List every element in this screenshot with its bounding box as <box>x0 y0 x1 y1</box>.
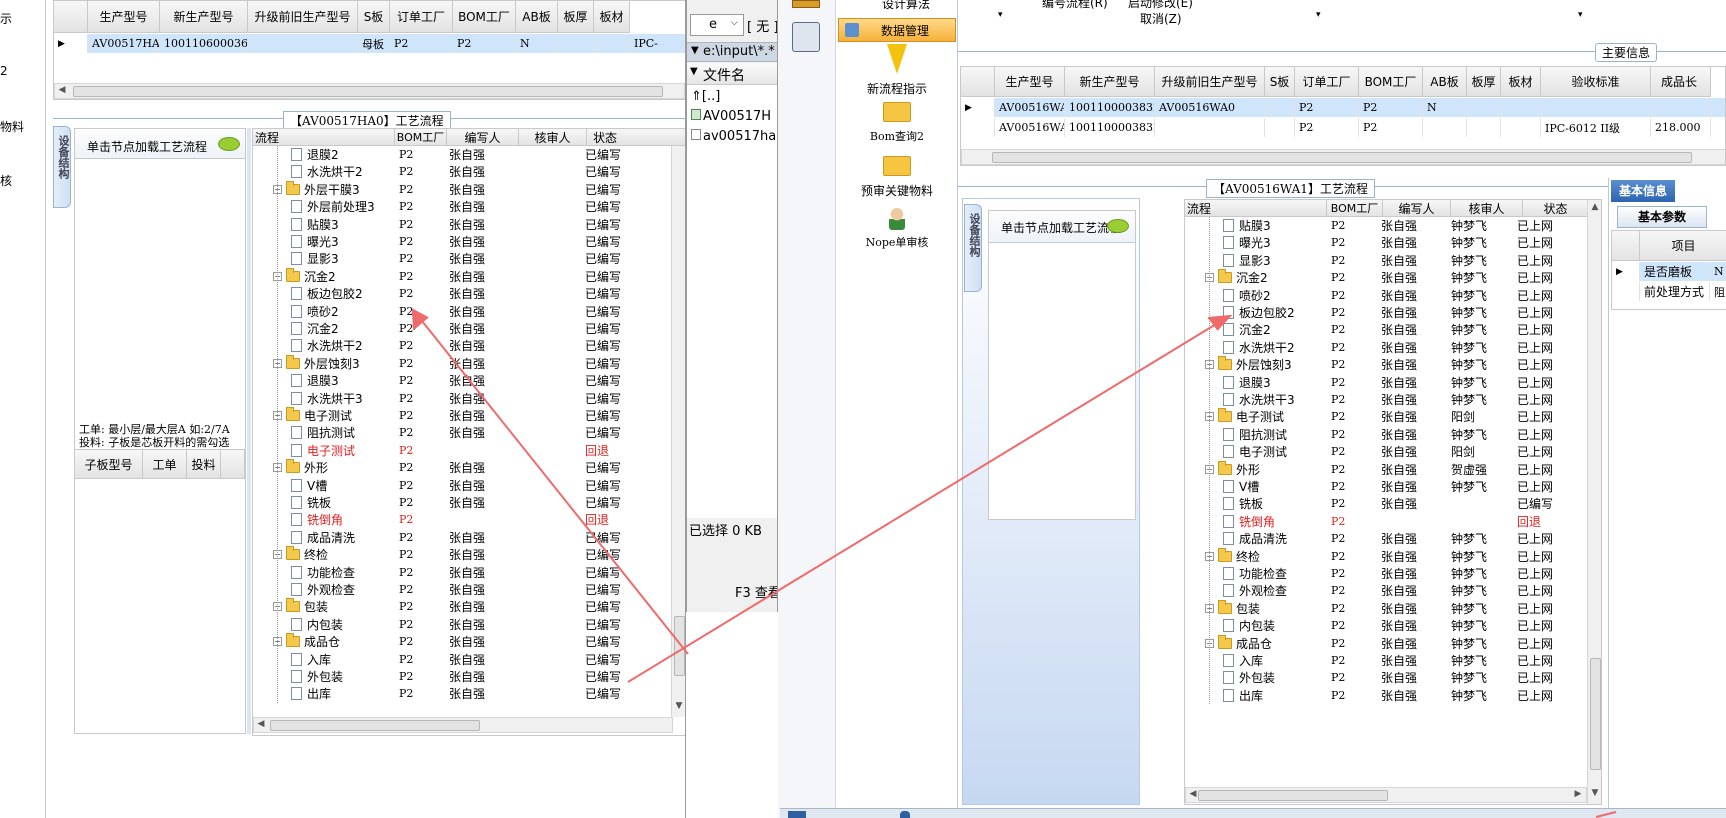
annotation-stroke <box>1595 811 1617 818</box>
annotation-arrow-left <box>411 308 689 655</box>
annotation-arrows <box>411 308 1617 818</box>
annotation-arrow-right <box>627 314 1233 683</box>
